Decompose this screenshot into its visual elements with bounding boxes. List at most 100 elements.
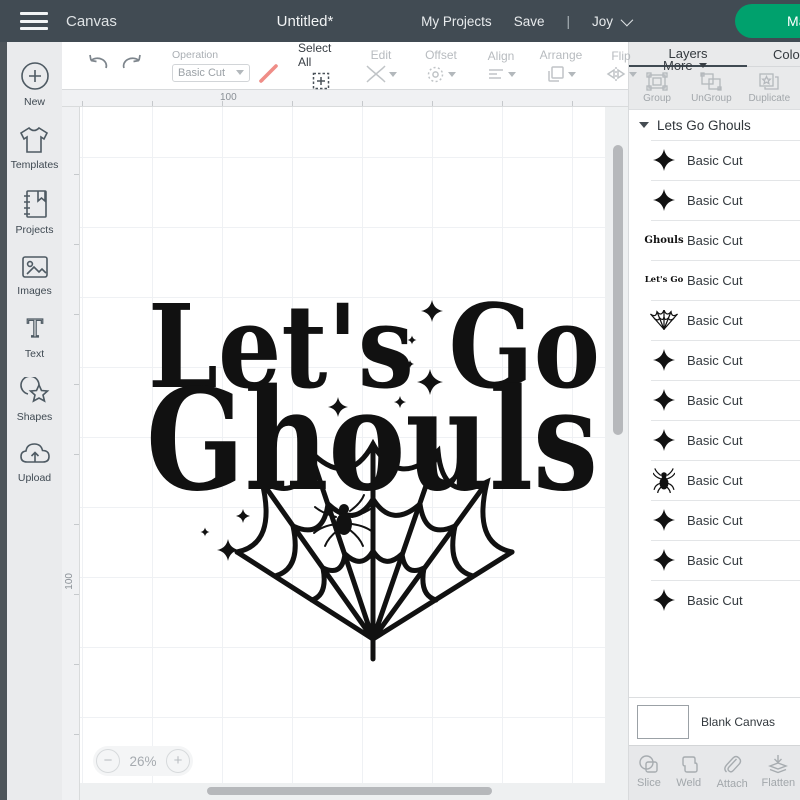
chevron-down-icon (448, 72, 456, 77)
plus-circle-icon (19, 60, 51, 92)
tshirt-icon (17, 125, 51, 155)
sparkle-icon (652, 348, 676, 372)
chevron-down-icon (236, 70, 244, 75)
layer-row[interactable]: Basic Cut (629, 460, 800, 500)
layer-row[interactable]: Basic Cut (629, 140, 800, 180)
offset-icon (426, 65, 445, 84)
layer-row[interactable]: Basic Cut (629, 500, 800, 540)
sparkle-icon (652, 588, 676, 612)
layer-row[interactable]: Basic Cut (629, 180, 800, 220)
horizontal-scrollbar[interactable] (207, 787, 492, 795)
align-menu[interactable]: Align (478, 49, 524, 82)
lets-go-ghouls-design[interactable]: Let's Go Ghouls (80, 107, 605, 783)
ungroup-icon (700, 72, 722, 91)
zoom-level: 26% (129, 754, 156, 769)
duplicate-icon (758, 72, 780, 91)
layer-row[interactable]: Ghouls Basic Cut (629, 220, 800, 260)
undo-button[interactable] (86, 52, 110, 79)
chevron-down-icon (568, 72, 576, 77)
user-name: Joy (592, 14, 613, 29)
select-all-button[interactable]: Select All (298, 41, 344, 90)
more-menu[interactable]: More (663, 58, 707, 73)
offset-menu[interactable]: Offset (418, 48, 464, 84)
hamburger-menu-icon[interactable] (20, 12, 48, 30)
svg-text:T: T (26, 315, 42, 343)
ruler-ticks (74, 107, 79, 800)
flip-menu[interactable]: Flip (598, 49, 644, 82)
slice-icon (638, 754, 660, 774)
operation-select[interactable]: Basic Cut (172, 64, 250, 82)
edit-menu[interactable]: Edit (358, 48, 404, 83)
layer-list: Basic Cut Basic Cut Ghouls Basic Cut Let… (629, 140, 800, 620)
redo-icon (120, 52, 144, 74)
zoom-out-button[interactable]: − (96, 749, 120, 773)
ruler-top-100: 100 (220, 92, 237, 103)
zoom-control: − 26% + (93, 746, 193, 776)
slice-button[interactable]: Slice (629, 746, 669, 800)
layer-row[interactable]: Basic Cut (629, 340, 800, 380)
layer-row[interactable]: Let's Go Basic Cut (629, 260, 800, 300)
vertical-scrollbar[interactable] (613, 145, 623, 435)
image-icon (19, 253, 51, 281)
tab-color-sync[interactable]: Color Sync (773, 42, 800, 67)
text-thumbnail: Let's Go (645, 275, 684, 285)
chevron-down-icon (389, 72, 397, 77)
vertical-ruler: 100 (62, 107, 80, 800)
chevron-down-icon (621, 13, 634, 26)
edit-pencils-icon (366, 65, 386, 83)
chevron-down-icon (508, 72, 516, 77)
layer-row[interactable]: Basic Cut (629, 300, 800, 340)
layer-row[interactable]: Basic Cut (629, 420, 800, 460)
layer-row[interactable]: Basic Cut (629, 540, 800, 580)
sidebar-item-images[interactable]: Images (17, 253, 51, 297)
my-projects-link[interactable]: My Projects (421, 14, 492, 29)
flatten-icon (767, 754, 789, 774)
flatten-button[interactable]: Flatten (756, 746, 800, 800)
weld-icon (678, 754, 700, 774)
ungroup-button[interactable]: UnGroup (685, 67, 738, 109)
blank-canvas-row[interactable]: Blank Canvas (629, 697, 800, 745)
sidebar-item-shapes[interactable]: Shapes (17, 377, 53, 423)
sidebar-item-new[interactable]: New (19, 60, 51, 108)
layer-row[interactable]: Basic Cut (629, 580, 800, 620)
text-thumbnail: Ghouls (644, 235, 683, 246)
arrange-menu[interactable]: Arrange (538, 48, 584, 83)
blank-canvas-thumbnail (637, 705, 689, 739)
redo-button[interactable] (120, 52, 144, 79)
topbar-separator: | (566, 14, 570, 29)
weld-button[interactable]: Weld (669, 746, 709, 800)
pen-color-icon[interactable] (257, 63, 281, 83)
make-it-button[interactable]: Make It (735, 4, 800, 38)
duplicate-button[interactable]: Duplicate (738, 67, 800, 109)
spider-web-icon (649, 310, 679, 331)
flip-icon (606, 66, 626, 82)
attach-button[interactable]: Attach (709, 746, 756, 800)
sidebar-item-text[interactable]: T Text (20, 314, 50, 360)
operation-label: Operation (172, 49, 281, 61)
shapes-icon (19, 377, 51, 407)
notebook-icon (20, 188, 50, 220)
layer-group-header[interactable]: Lets Go Ghouls (629, 110, 800, 140)
group-icon (646, 72, 668, 91)
paperclip-icon (722, 754, 742, 775)
sidebar-item-projects[interactable]: Projects (16, 188, 54, 236)
sparkle-icon (652, 428, 676, 452)
project-title: Untitled* (277, 13, 334, 30)
ruler-ticks (62, 101, 628, 106)
zoom-in-button[interactable]: + (166, 749, 190, 773)
sidebar-item-upload[interactable]: Upload (18, 440, 52, 484)
select-all-icon (312, 72, 330, 90)
layer-row[interactable]: Basic Cut (629, 380, 800, 420)
horizontal-ruler: 100 (62, 90, 628, 107)
layer-actions: Group UnGroup Duplicate (629, 67, 800, 110)
sparkle-icon (652, 508, 676, 532)
ruler-left-100: 100 (64, 573, 75, 590)
save-link[interactable]: Save (514, 14, 545, 29)
edit-toolbar: Operation Basic Cut Select All Edit Offs… (62, 42, 628, 90)
sparkle-icon (652, 188, 676, 212)
chevron-down-icon (629, 72, 637, 77)
design-canvas[interactable]: Let's Go Ghouls (80, 107, 605, 783)
user-menu[interactable]: Joy (592, 14, 630, 29)
panel-footer: Slice Weld Attach Flatten (629, 745, 800, 800)
sidebar-item-templates[interactable]: Templates (11, 125, 59, 171)
